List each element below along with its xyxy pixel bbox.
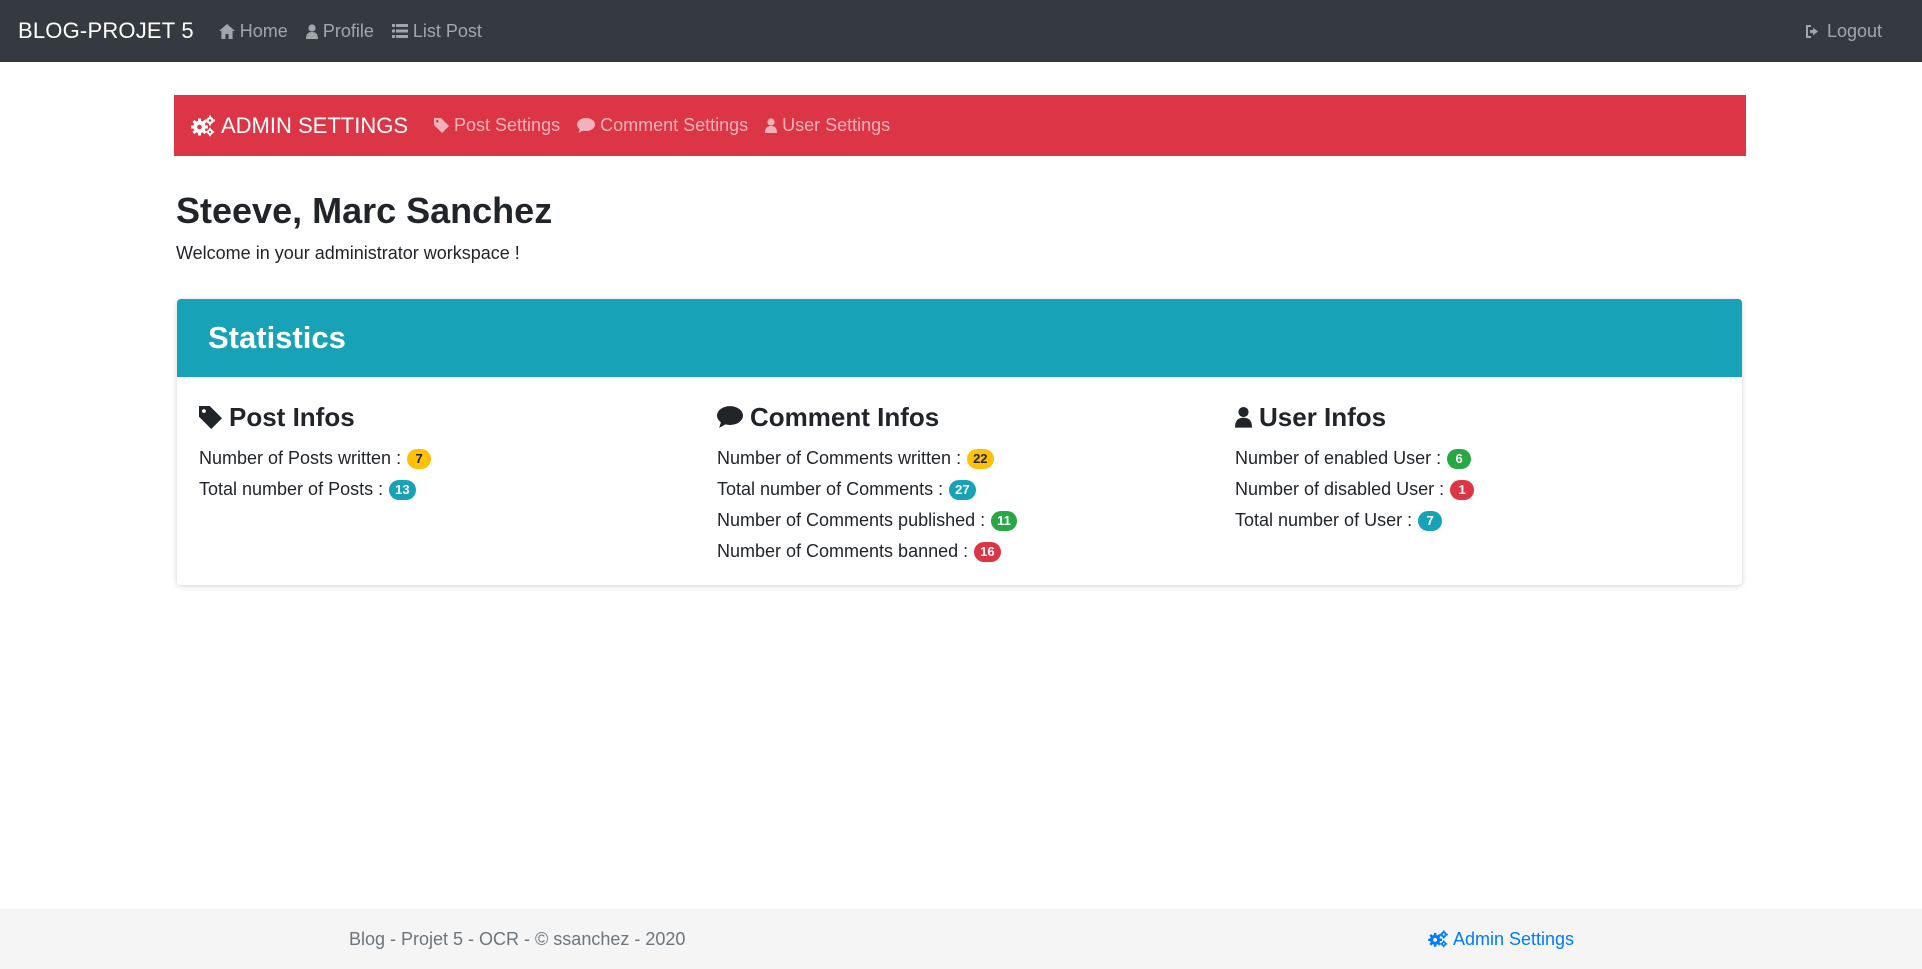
admin-settings-brand[interactable]: ADMIN SETTINGS [191, 113, 408, 139]
stat-label: Number of Comments banned : [717, 541, 969, 561]
count-badge: 27 [949, 479, 976, 500]
comment-infos-title: Comment Infos [717, 401, 1017, 433]
stat-row: Number of enabled User : 6 [1235, 443, 1474, 474]
stat-row: Number of Comments written : 22 [717, 443, 1017, 474]
comment-settings-link[interactable]: Comment Settings [577, 115, 748, 136]
nav-profile-label: Profile [322, 20, 374, 41]
count-badge: 7 [407, 448, 432, 469]
count-badge: 6 [1447, 448, 1472, 469]
count-badge: 16 [974, 541, 1001, 562]
user-infos-title: User Infos [1235, 401, 1474, 433]
user-infos-section: User Infos Number of enabled User : 6 Nu… [1235, 401, 1475, 536]
stat-row: Number of Comments banned : 16 [717, 536, 1017, 567]
footer-admin-settings-link[interactable]: Admin Settings [1428, 909, 1574, 969]
post-infos-label: Post Infos [229, 401, 355, 432]
comment-settings-label: Comment Settings [600, 115, 749, 135]
stat-label: Total number of User : [1235, 510, 1413, 530]
user-infos-label: User Infos [1259, 401, 1387, 432]
sign-out-icon [1805, 24, 1827, 39]
post-infos-title: Post Infos [199, 401, 431, 433]
count-badge: 22 [967, 448, 994, 469]
stat-label: Number of Comments written : [717, 448, 962, 468]
post-infos-section: Post Infos Number of Posts written : 7 T… [199, 401, 432, 505]
admin-settings-bar: ADMIN SETTINGS Post Settings Comment Set… [174, 95, 1746, 156]
user-icon [1235, 406, 1259, 428]
stat-label: Number of disabled User : [1235, 479, 1445, 499]
stat-row: Number of Posts written : 7 [199, 443, 432, 474]
post-settings-label: Post Settings [454, 115, 561, 135]
statistics-title: Statistics [208, 320, 346, 355]
cogs-icon [1428, 930, 1453, 948]
user-icon [765, 118, 782, 133]
user-settings-label: User Settings [782, 115, 891, 135]
stat-label: Number of Posts written : [199, 448, 402, 468]
footer-admin-settings-label: Admin Settings [1453, 928, 1575, 949]
nav-home-label: Home [239, 20, 288, 41]
page-subtitle: Welcome in your administrator workspace … [176, 243, 520, 263]
admin-settings-label: ADMIN SETTINGS [221, 112, 409, 138]
list-icon [391, 24, 413, 38]
cogs-icon [191, 115, 221, 137]
stat-row: Total number of Comments : 27 [717, 474, 1017, 505]
comment-infos-section: Comment Infos Number of Comments written… [717, 401, 1017, 567]
stat-row: Number of Comments published : 11 [717, 505, 1017, 536]
count-badge: 7 [1418, 510, 1443, 531]
home-icon [218, 23, 240, 39]
count-badge: 13 [389, 479, 416, 500]
stat-label: Total number of Posts : [199, 479, 384, 499]
comment-infos-label: Comment Infos [750, 401, 940, 432]
comment-icon [577, 118, 600, 133]
nav-profile[interactable]: Profile [305, 20, 374, 42]
logout-link[interactable]: Logout [1805, 0, 1882, 62]
nav-list-post[interactable]: List Post [391, 20, 482, 42]
nav-list-post-label: List Post [412, 20, 482, 41]
count-badge: 11 [991, 510, 1017, 531]
top-navbar: BLOG-PROJET 5 Home Profile List Post Log… [0, 0, 1922, 62]
user-icon [305, 23, 323, 39]
count-badge: 1 [1450, 479, 1475, 500]
stat-label: Number of Comments published : [717, 510, 986, 530]
statistics-card: Statistics Post Infos Number of Posts wr… [177, 299, 1742, 585]
navbar-brand[interactable]: BLOG-PROJET 5 [18, 18, 194, 44]
logout-label: Logout [1826, 20, 1882, 41]
stat-row: Total number of User : 7 [1235, 505, 1474, 536]
tag-icon [199, 405, 229, 429]
tag-icon [434, 118, 454, 133]
stat-row: Total number of Posts : 13 [199, 474, 431, 505]
stat-label: Total number of Comments : [717, 479, 944, 499]
stat-row: Number of disabled User : 1 [1235, 474, 1475, 505]
stat-label: Number of enabled User : [1235, 448, 1442, 468]
user-settings-link[interactable]: User Settings [765, 115, 890, 136]
footer-copyright: Blog - Projet 5 - OCR - © ssanchez - 202… [349, 928, 686, 949]
post-settings-link[interactable]: Post Settings [434, 115, 560, 136]
comment-icon [717, 406, 750, 428]
footer: Blog - Projet 5 - OCR - © ssanchez - 202… [0, 909, 1922, 969]
nav-home[interactable]: Home [218, 20, 288, 42]
page-title: Steeve, Marc Sanchez [176, 190, 553, 231]
main-nav: Home Profile List Post [218, 20, 500, 42]
statistics-header: Statistics [177, 299, 1742, 377]
